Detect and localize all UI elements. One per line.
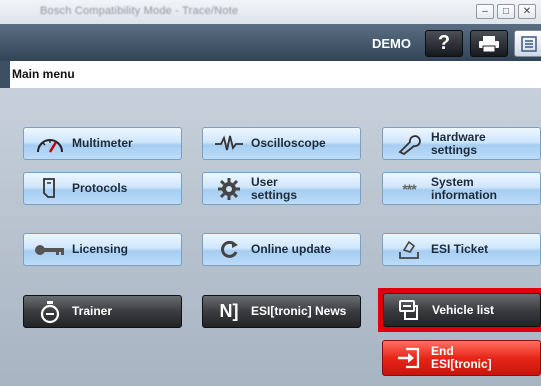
minimize-button[interactable]: – [476,4,494,19]
hardware-settings-line2: settings [431,142,478,157]
online-update-label: Online update [251,242,332,256]
left-edge [0,61,10,88]
print-button[interactable] [470,30,508,57]
wrench-icon [393,131,425,157]
demo-label: DEMO [372,36,411,51]
end-esi-button[interactable]: End ESI[tronic] [382,340,541,376]
system-information-label: System information [431,174,497,202]
licensing-button[interactable]: Licensing [23,233,182,266]
maximize-button[interactable]: □ [497,4,515,19]
waveform-icon [213,131,245,157]
refresh-icon [213,237,245,263]
vehicle-list-label: Vehicle list [432,302,495,317]
hardware-settings-line1: Hardware [431,129,486,144]
window-titlebar: Bosch Compatibility Mode - Trace/Note – … [0,0,541,25]
user-settings-line1: User [251,174,278,189]
user-settings-button[interactable]: User settings [202,172,361,205]
esi-ticket-button[interactable]: ESI Ticket [382,233,541,266]
document-icon [34,176,66,202]
print-icon [479,35,499,52]
vehicle-list-icon [394,297,426,323]
hardware-settings-button[interactable]: Hardware settings [382,127,541,160]
esi-ticket-label: ESI Ticket [431,242,489,256]
key-icon [34,237,66,263]
end-esi-label: End ESI[tronic] [431,345,492,371]
help-button[interactable]: ? [425,30,463,57]
user-settings-label: User settings [251,174,298,202]
trainer-button[interactable]: Trainer [23,295,182,328]
esi-news-label: ESI[tronic] News [251,304,347,318]
list-icon [521,35,537,52]
list-view-button[interactable] [514,30,541,57]
protocols-label: Protocols [72,181,128,195]
online-update-button[interactable]: Online update [202,233,361,266]
user-settings-line2: settings [251,187,298,202]
app-header: DEMO ? [0,24,541,61]
end-esi-line1: End [431,344,454,358]
licensing-label: Licensing [72,242,129,256]
multimeter-label: Multimeter [72,136,133,150]
system-information-line1: System [431,174,474,189]
system-information-line2: information [431,187,497,202]
gear-icon [213,176,245,202]
system-information-button[interactable]: *** System information [382,172,541,205]
multimeter-button[interactable]: Multimeter [23,127,182,160]
protocols-button[interactable]: Protocols [23,172,182,205]
trainer-label: Trainer [72,304,113,318]
window-title: Bosch Compatibility Mode - Trace/Note [40,5,239,17]
news-icon: N] [219,301,239,321]
help-icon: ? [437,32,451,54]
asterisks-icon: *** [402,180,416,197]
hardware-settings-label: Hardware settings [431,129,486,157]
close-button[interactable]: ✕ [518,4,536,19]
oscilloscope-button[interactable]: Oscilloscope [202,127,361,160]
page-title: Main menu [12,67,75,81]
gauge-icon [34,131,66,157]
ticket-icon [393,237,425,263]
esi-news-button[interactable]: N] ESI[tronic] News [202,295,361,328]
end-esi-line2: ESI[tronic] [431,357,492,371]
vehicle-list-button[interactable]: Vehicle list [383,293,541,327]
oscilloscope-label: Oscilloscope [251,136,326,150]
exit-icon [393,345,425,371]
menu-bar: Main menu [10,61,541,89]
stopwatch-icon [34,299,66,325]
